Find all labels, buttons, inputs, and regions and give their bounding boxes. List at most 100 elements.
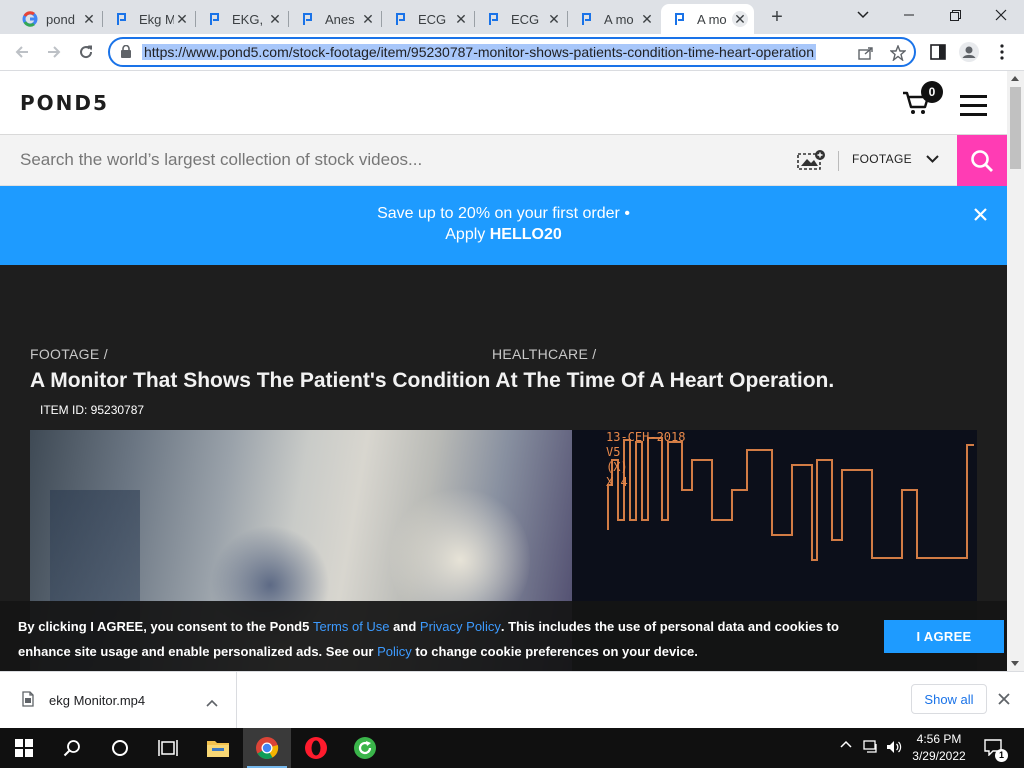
show-all-downloads-button[interactable]: Show all [911,684,987,714]
category-dropdown-label: FOOTAGE [852,152,912,166]
terms-of-use-link[interactable]: Terms of Use [313,619,390,634]
close-icon [995,9,1007,21]
kebab-menu-icon [1000,44,1004,60]
back-arrow-icon [15,46,28,58]
taskbar-search-button[interactable] [48,728,96,768]
browser-tab[interactable]: ECG ✕ [382,4,475,34]
scroll-down-arrow-icon[interactable] [1011,661,1019,666]
share-icon[interactable] [856,44,876,62]
promo-apply-label: Apply [445,226,486,243]
browser-tab[interactable]: ECG ✕ [475,4,568,34]
reload-icon [80,45,93,59]
close-icon[interactable] [998,692,1010,710]
browser-tab[interactable]: EKG, ✕ [196,4,289,34]
tab-title: ECG [511,11,540,27]
pond5-logo[interactable]: POND5 [20,91,109,115]
tab-title: pond [46,11,75,27]
google-icon [22,11,38,27]
pond5-icon [208,11,224,27]
chrome-menu-button[interactable] [990,40,1014,64]
forward-button[interactable] [40,38,68,66]
profile-button[interactable] [957,40,981,64]
browser-tab-strip: pond ✕ Ekg M ✕ EKG, ✕ Anes ✕ ECG ✕ ECG ✕… [0,0,1024,34]
volume-icon[interactable] [886,740,902,754]
scroll-up-arrow-icon[interactable] [1011,76,1019,81]
clock-time: 4:56 PM [916,732,962,746]
start-button[interactable] [0,728,48,768]
cortana-icon [112,740,128,756]
back-button[interactable] [8,38,36,66]
forward-arrow-icon [48,46,61,58]
close-tab-icon[interactable]: ✕ [546,11,562,27]
opera-button[interactable] [292,728,340,768]
browser-tab[interactable]: A mo ✕ [568,4,661,34]
tab-title: Ekg M [139,11,174,27]
chevron-up-icon[interactable] [206,694,218,712]
close-tab-icon[interactable]: ✕ [732,11,748,27]
network-icon[interactable] [863,740,879,754]
restore-button[interactable] [932,0,978,30]
bookmark-star-icon[interactable] [888,44,908,62]
browser-tab[interactable]: Ekg M ✕ [103,4,196,34]
tab-title: Anes [325,11,355,27]
visual-search-icon[interactable] [796,149,826,176]
close-tab-icon[interactable]: ✕ [81,11,97,27]
file-explorer-button[interactable] [194,728,242,768]
opera-icon [305,737,327,759]
cookie-consent-banner: By clicking I AGREE, you consent to the … [0,601,1007,671]
close-tab-icon[interactable]: ✕ [639,11,655,27]
close-icon[interactable] [970,204,990,224]
clock-date: 3/29/2022 [912,749,966,763]
restore-icon [949,9,961,21]
address-bar[interactable]: https://www.pond5.com/stock-footage/item… [108,37,916,67]
breadcrumb-healthcare[interactable]: HEALTHCARE / [492,346,596,362]
browser-tab[interactable]: Anes ✕ [289,4,382,34]
search-bar: FOOTAGE [0,135,1007,186]
download-file-name: ekg Monitor.mp4 [49,693,146,708]
reload-button[interactable] [72,38,100,66]
promo-code: HELLO20 [489,226,562,243]
show-hidden-icons-icon[interactable] [840,740,852,748]
lock-icon[interactable] [121,44,131,63]
breadcrumb-footage[interactable]: FOOTAGE / [30,346,108,362]
download-shelf: ekg Monitor.mp4 Show all [0,671,1024,728]
i-agree-button[interactable]: I AGREE [884,620,1004,653]
windows-logo-icon [15,739,33,757]
notification-count-badge: 1 [995,749,1008,762]
minimize-button[interactable] [886,0,932,30]
browser-tab[interactable]: pond ✕ [10,4,103,34]
url-text[interactable]: https://www.pond5.com/stock-footage/item… [142,44,817,60]
item-id: ITEM ID: 95230787 [40,403,145,417]
side-panel-button[interactable] [926,40,950,64]
search-button[interactable] [957,135,1007,186]
privacy-policy-link[interactable]: Privacy Policy [420,619,501,634]
new-tab-button[interactable]: + [765,6,789,30]
page-scrollbar[interactable] [1007,71,1024,671]
close-tab-icon[interactable]: ✕ [453,11,469,27]
cookie-text: By clicking I AGREE, you consent to the … [18,619,839,659]
cart-count-badge[interactable]: 0 [921,81,943,103]
search-icon [63,740,80,757]
browser-tab-active[interactable]: A mo ✕ [661,4,754,34]
close-tab-icon[interactable]: ✕ [267,11,283,27]
policy-link[interactable]: Policy [377,644,412,659]
close-tab-icon[interactable]: ✕ [174,11,190,27]
cortana-button[interactable] [96,728,144,768]
app-button[interactable] [341,728,389,768]
task-view-button[interactable] [144,728,192,768]
close-window-button[interactable] [978,0,1024,30]
pond5-icon [487,11,503,27]
tab-title: A mo [604,11,634,27]
category-dropdown[interactable]: FOOTAGE [852,152,939,166]
promo-banner: Save up to 20% on your first order • App… [0,186,1007,265]
hamburger-menu-icon[interactable] [960,95,987,116]
promo-apply-line: Apply HELLO20 [0,226,1007,244]
chrome-taskbar-button[interactable] [243,728,291,768]
system-clock[interactable]: 4:56 PM 3/29/2022 [908,731,970,765]
close-tab-icon[interactable]: ✕ [360,11,376,27]
side-panel-icon [930,44,946,60]
tab-search-button[interactable] [840,0,886,30]
download-item[interactable]: ekg Monitor.mp4 [0,672,237,728]
search-input[interactable] [20,148,780,172]
scrollbar-thumb[interactable] [1010,87,1021,169]
